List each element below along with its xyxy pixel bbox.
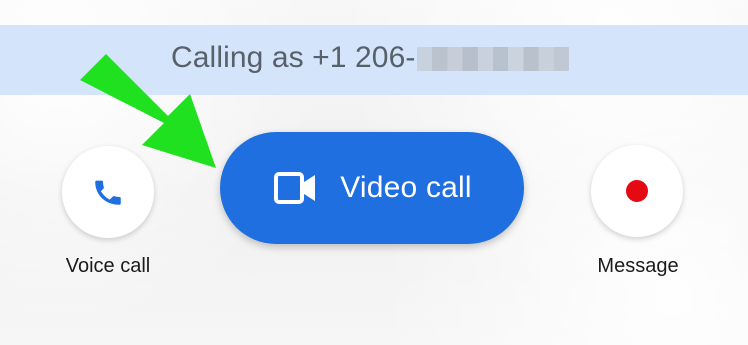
record-dot-icon bbox=[626, 180, 648, 202]
message-label: Message bbox=[597, 255, 679, 277]
video-call-button[interactable]: Video call bbox=[220, 132, 524, 244]
message-button[interactable] bbox=[591, 145, 683, 237]
video-camera-icon bbox=[274, 172, 316, 204]
green-arrow-icon bbox=[80, 54, 216, 168]
calling-as-text: Calling as +1 206- bbox=[171, 41, 570, 75]
voice-call-label: Voice call bbox=[65, 255, 151, 277]
redacted-phone-number bbox=[417, 47, 570, 71]
phone-icon bbox=[95, 180, 121, 205]
video-call-label: Video call bbox=[340, 171, 472, 204]
